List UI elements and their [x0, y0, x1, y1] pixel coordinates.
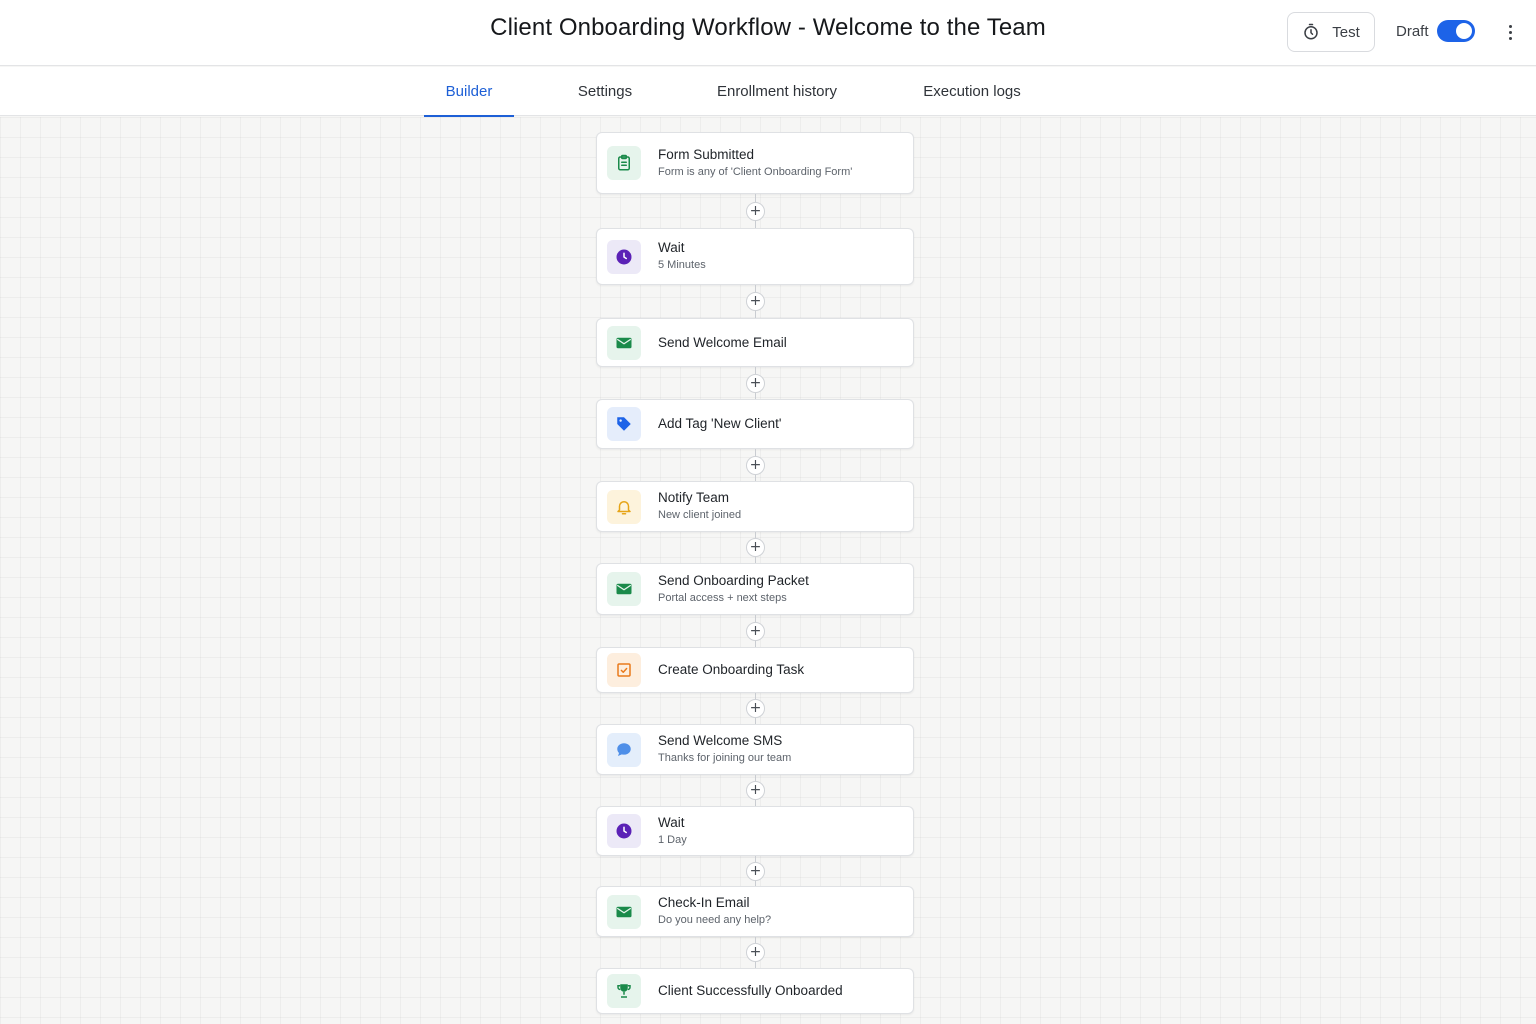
workflow-canvas[interactable]: Form Submitted Form is any of 'Client Onb…: [0, 117, 1536, 1024]
add-step-button[interactable]: +: [746, 292, 765, 311]
tag-icon: [607, 407, 641, 441]
step-title: Send Onboarding Packet: [658, 573, 809, 588]
tab-execution-logs[interactable]: Execution logs: [910, 67, 1034, 116]
step-text: Send Welcome SMS Thanks for joining our t…: [658, 733, 903, 764]
mail-icon: [607, 895, 641, 929]
step-title: Send Welcome Email: [658, 335, 787, 350]
workflow-step[interactable]: Check-In Email Do you need any help?: [596, 886, 914, 937]
step-subtitle: Portal access + next steps: [658, 592, 787, 604]
step-title: Client Successfully Onboarded: [658, 983, 843, 998]
add-step-button[interactable]: +: [746, 538, 765, 557]
step-text: Send Welcome Email: [658, 335, 903, 350]
workflow-step[interactable]: Form Submitted Form is any of 'Client Onb…: [596, 132, 914, 194]
kebab-dot: [1508, 36, 1512, 40]
workflow-step[interactable]: Wait 5 Minutes: [596, 228, 914, 285]
checkbox-icon: [607, 653, 641, 687]
add-step-button[interactable]: +: [746, 202, 765, 221]
add-step-button[interactable]: +: [746, 699, 765, 718]
add-step-button[interactable]: +: [746, 622, 765, 641]
draft-toggle[interactable]: [1436, 20, 1475, 42]
test-button-label: Test: [1332, 23, 1360, 41]
mail-icon: [607, 326, 641, 360]
workflow-step[interactable]: Send Onboarding Packet Portal access + ne…: [596, 563, 914, 615]
top-header: Client Onboarding Workflow - Welcome to …: [0, 0, 1536, 66]
tab-bar: Builder Settings Enrollment history Exec…: [0, 67, 1536, 117]
step-subtitle: 5 Minutes: [658, 259, 706, 271]
workflow-step[interactable]: Add Tag 'New Client': [596, 399, 914, 449]
add-step-button[interactable]: +: [746, 374, 765, 393]
step-title: Wait: [658, 815, 685, 830]
step-title: Add Tag 'New Client': [658, 416, 782, 431]
draft-label: Draft: [1396, 22, 1429, 40]
add-step-button[interactable]: +: [746, 781, 765, 800]
step-title: Send Welcome SMS: [658, 733, 783, 748]
add-step-button[interactable]: +: [746, 943, 765, 962]
tab-enrollment-history[interactable]: Enrollment history: [700, 67, 854, 116]
step-text: Create Onboarding Task: [658, 662, 903, 677]
step-text: Add Tag 'New Client': [658, 416, 903, 431]
workflow-step[interactable]: Notify Team New client joined: [596, 481, 914, 532]
step-text: Client Successfully Onboarded: [658, 983, 903, 998]
step-text: Form Submitted Form is any of 'Client Onb…: [658, 147, 903, 178]
step-text: Wait 5 Minutes: [658, 240, 903, 271]
step-title: Notify Team: [658, 490, 730, 505]
mail-icon: [607, 572, 641, 606]
step-subtitle: Do you need any help?: [658, 914, 772, 926]
step-subtitle: Form is any of 'Client Onboarding Form': [658, 166, 853, 178]
kebab-dot: [1508, 30, 1512, 34]
step-title: Form Submitted: [658, 147, 755, 162]
step-subtitle: Thanks for joining our team: [658, 752, 792, 764]
step-subtitle: New client joined: [658, 509, 742, 521]
workflow-step[interactable]: Send Welcome Email: [596, 318, 914, 367]
tab-builder[interactable]: Builder: [424, 67, 514, 117]
workflow-step[interactable]: Client Successfully Onboarded: [596, 968, 914, 1014]
kebab-dot: [1508, 24, 1512, 28]
add-step-button[interactable]: +: [746, 456, 765, 475]
toggle-knob: [1455, 23, 1472, 39]
workflow-step[interactable]: Wait 1 Day: [596, 806, 914, 856]
step-text: Notify Team New client joined: [658, 490, 903, 521]
workflow-step[interactable]: Create Onboarding Task: [596, 647, 914, 693]
clock-icon: [607, 240, 641, 274]
chat-bubble-icon: [607, 733, 641, 767]
step-text: Send Onboarding Packet Portal access + ne…: [658, 573, 903, 604]
step-subtitle: 1 Day: [658, 834, 687, 846]
add-step-button[interactable]: +: [746, 862, 765, 881]
workflow-step[interactable]: Send Welcome SMS Thanks for joining our t…: [596, 724, 914, 775]
trophy-icon: [607, 974, 641, 1008]
step-title: Create Onboarding Task: [658, 662, 805, 677]
clock-icon: [607, 814, 641, 848]
test-button[interactable]: Test: [1287, 12, 1375, 52]
step-text: Check-In Email Do you need any help?: [658, 895, 903, 926]
draft-control: Draft: [1396, 20, 1475, 42]
clipboard-icon: [607, 146, 641, 180]
bell-icon: [607, 490, 641, 524]
stopwatch-icon: [1304, 23, 1318, 40]
step-title: Check-In Email: [658, 895, 750, 910]
step-title: Wait: [658, 240, 685, 255]
step-text: Wait 1 Day: [658, 815, 903, 846]
tab-settings[interactable]: Settings: [566, 67, 644, 116]
more-options-icon[interactable]: [1500, 20, 1520, 44]
